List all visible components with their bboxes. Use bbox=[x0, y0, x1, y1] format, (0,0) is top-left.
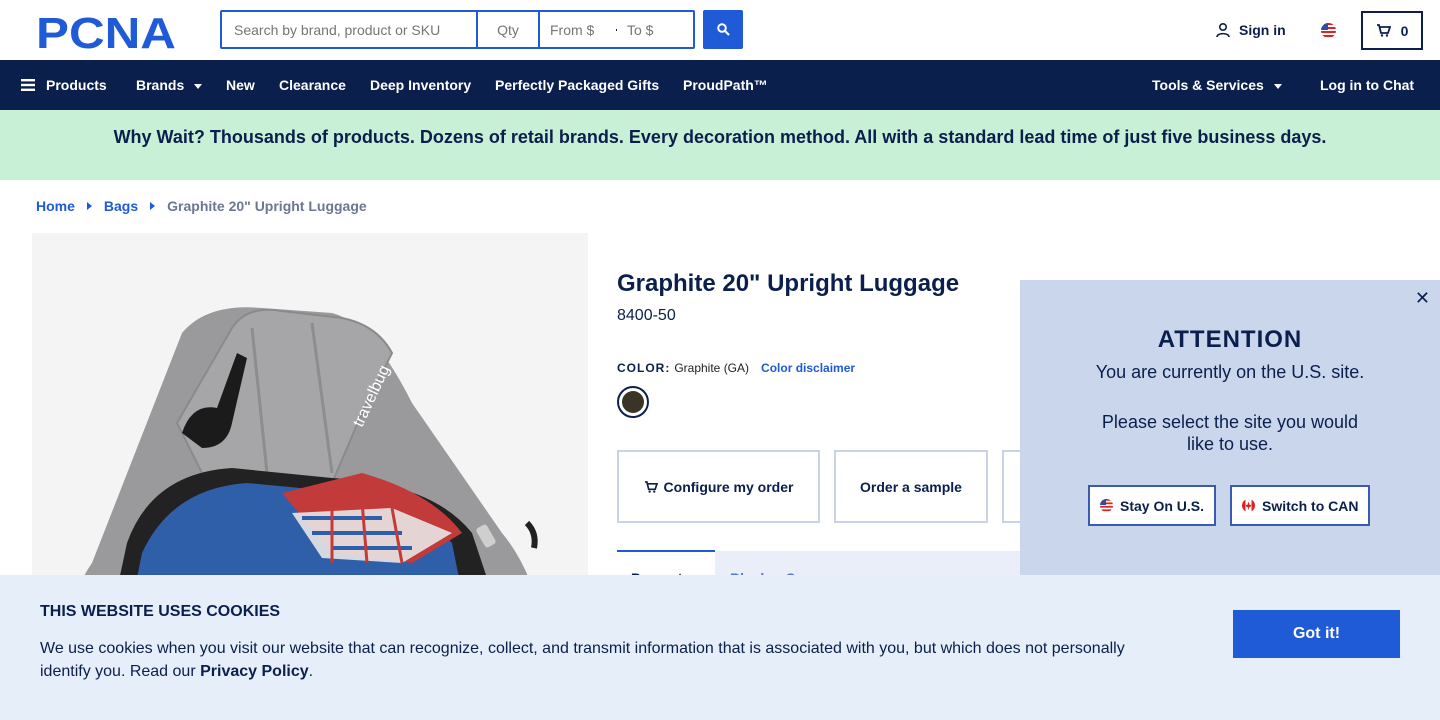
close-icon[interactable]: ✕ bbox=[1415, 288, 1430, 309]
site-selector-current: You are currently on the U.S. site. bbox=[1095, 362, 1365, 382]
site-selector-heading: ATTENTION bbox=[1157, 326, 1303, 353]
product-title: Graphite 20" Upright Luggage bbox=[617, 270, 960, 297]
chevron-down-icon bbox=[194, 83, 203, 89]
privacy-policy-link[interactable]: Privacy Policy bbox=[200, 663, 309, 680]
cart-icon bbox=[644, 480, 658, 493]
pcna-logo[interactable]: PCNA bbox=[36, 9, 184, 58]
nav-clearance[interactable]: Clearance bbox=[279, 60, 346, 110]
product-sku: 8400-50 bbox=[617, 307, 676, 324]
stay-us-label: Stay On U.S. bbox=[1120, 497, 1205, 514]
nav-products[interactable]: Products bbox=[21, 60, 107, 110]
promo-banner-text: Why Wait? Thousands of products. Dozens … bbox=[113, 126, 1327, 147]
search-icon bbox=[716, 23, 730, 36]
price-dash bbox=[616, 28, 617, 31]
qty-input[interactable] bbox=[478, 12, 540, 47]
chevron-right-icon bbox=[86, 202, 92, 210]
switch-can-label: Switch to CAN bbox=[1262, 497, 1359, 514]
color-row: COLOR: Graphite (GA) Color disclaimer bbox=[617, 361, 855, 375]
nav-products-label: Products bbox=[46, 77, 107, 93]
order-sample-button[interactable]: Order a sample bbox=[834, 450, 988, 523]
main-nav: Products Brands New Clearance Deep Inven… bbox=[0, 60, 1440, 110]
nav-brands-label: Brands bbox=[136, 77, 185, 93]
configure-order-label: Configure my order bbox=[663, 478, 794, 495]
nav-tools-label: Tools & Services bbox=[1152, 77, 1264, 93]
sign-in-link[interactable]: Sign in bbox=[1215, 22, 1286, 38]
swatch-fill bbox=[622, 391, 644, 413]
search-input[interactable] bbox=[222, 12, 478, 47]
cart-count: 0 bbox=[1400, 22, 1409, 39]
breadcrumb-home[interactable]: Home bbox=[36, 198, 75, 214]
sign-in-label: Sign in bbox=[1239, 22, 1286, 38]
nav-tools[interactable]: Tools & Services bbox=[1152, 60, 1282, 110]
price-to-input[interactable] bbox=[627, 21, 683, 38]
user-icon bbox=[1216, 22, 1230, 38]
cookie-accept-button[interactable]: Got it! bbox=[1233, 610, 1400, 658]
us-flag-icon[interactable] bbox=[1321, 23, 1336, 43]
nav-chat[interactable]: Log in to Chat bbox=[1320, 60, 1414, 110]
cookie-title: THIS WEBSITE USES COOKIES bbox=[40, 603, 281, 620]
cookie-banner: THIS WEBSITE USES COOKIES We use cookies… bbox=[0, 575, 1440, 720]
switch-can-button[interactable]: Switch to CAN bbox=[1230, 485, 1371, 526]
nav-new[interactable]: New bbox=[226, 60, 255, 110]
site-selector-dialog: ✕ ATTENTION You are currently on the U.S… bbox=[1020, 280, 1440, 575]
breadcrumb: Home Bags Graphite 20" Upright Luggage bbox=[36, 198, 367, 214]
canada-flag-icon bbox=[1242, 499, 1256, 512]
cart-icon bbox=[1376, 24, 1391, 37]
cookie-text: We use cookies when you visit our websit… bbox=[40, 637, 1160, 683]
menu-icon bbox=[21, 79, 35, 91]
cookie-period: . bbox=[308, 663, 314, 680]
color-disclaimer-link[interactable]: Color disclaimer bbox=[761, 361, 855, 375]
price-range bbox=[540, 12, 693, 47]
nav-deep-inventory[interactable]: Deep Inventory bbox=[370, 60, 471, 110]
breadcrumb-bags[interactable]: Bags bbox=[104, 198, 138, 214]
logo-text: PCNA bbox=[36, 12, 176, 50]
nav-proudpath[interactable]: ProudPath™ bbox=[683, 60, 768, 110]
site-selector-buttons: Stay On U.S. Switch to CAN bbox=[1088, 485, 1371, 526]
order-sample-label: Order a sample bbox=[860, 478, 962, 495]
site-selector-prompt: Please select the site you would like to… bbox=[1101, 412, 1359, 454]
chevron-right-icon bbox=[150, 202, 156, 210]
top-header: PCNA Sign in 0 bbox=[0, 0, 1440, 60]
nav-gifts[interactable]: Perfectly Packaged Gifts bbox=[495, 60, 659, 110]
us-flag-icon bbox=[1100, 499, 1113, 512]
cart-button[interactable]: 0 bbox=[1361, 11, 1423, 50]
color-label: COLOR: bbox=[617, 361, 671, 375]
breadcrumb-current: Graphite 20" Upright Luggage bbox=[167, 198, 367, 214]
price-from-input[interactable] bbox=[550, 21, 606, 38]
nav-brands[interactable]: Brands bbox=[136, 60, 203, 110]
search-button[interactable] bbox=[703, 10, 743, 49]
promo-banner: Why Wait? Thousands of products. Dozens … bbox=[0, 110, 1440, 180]
chevron-down-icon bbox=[1273, 83, 1282, 89]
color-value: Graphite (GA) bbox=[674, 361, 750, 375]
search-bar bbox=[220, 10, 695, 49]
stay-us-button[interactable]: Stay On U.S. bbox=[1088, 485, 1217, 526]
color-swatch-graphite[interactable] bbox=[617, 386, 649, 418]
configure-order-button[interactable]: Configure my order bbox=[617, 450, 820, 523]
